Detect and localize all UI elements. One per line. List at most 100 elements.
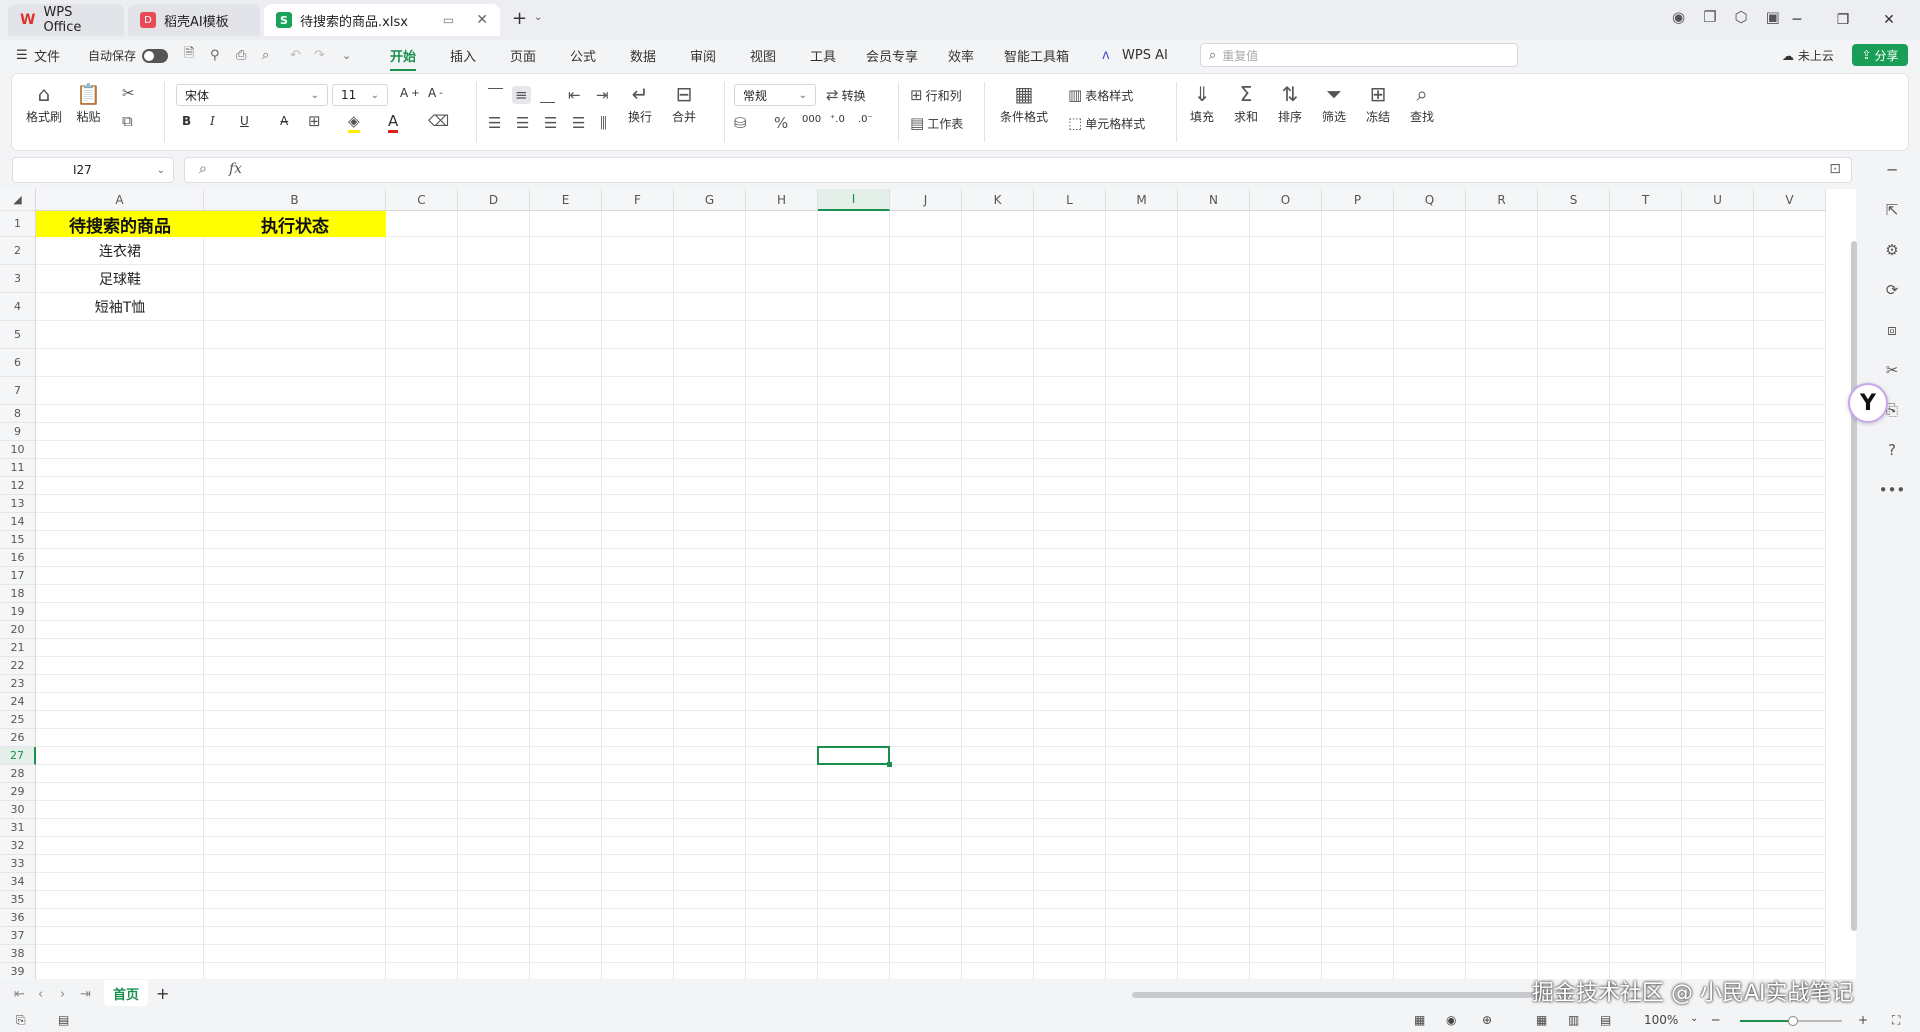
column-header-s[interactable]: S	[1538, 189, 1610, 211]
selected-cell[interactable]	[817, 746, 892, 767]
row-header-28[interactable]: 28	[0, 765, 36, 783]
restore-icon[interactable]: ❐	[1820, 12, 1866, 28]
zoom-slider[interactable]	[1740, 1016, 1842, 1026]
eye-protection-icon[interactable]: ◉	[1446, 1013, 1456, 1027]
justify-icon[interactable]: ☰	[572, 114, 585, 132]
menu-efficiency[interactable]: 效率	[948, 46, 974, 65]
sum-button[interactable]: Σ 求和	[1234, 80, 1258, 125]
monitor-icon[interactable]: ▭	[443, 13, 454, 27]
tab-docer[interactable]: D 稻壳AI模板	[128, 4, 260, 36]
column-header-c[interactable]: C	[386, 189, 458, 211]
align-left-icon[interactable]: ☰	[488, 114, 501, 132]
italic-button[interactable]: I	[210, 114, 215, 128]
column-header-v[interactable]: V	[1754, 189, 1826, 211]
autosave-toggle[interactable]	[142, 48, 168, 63]
chevron-down-icon[interactable]: ⌄	[534, 12, 542, 23]
column-header-a[interactable]: A	[36, 189, 204, 211]
read-mode-icon[interactable]: ▦	[1414, 1013, 1425, 1027]
row-header-13[interactable]: 13	[0, 495, 36, 513]
row-header-9[interactable]: 9	[0, 423, 36, 441]
scrollbar-thumb[interactable]	[1851, 241, 1857, 931]
cell-a2[interactable]: 连衣裙	[36, 237, 204, 265]
menu-page[interactable]: 页面	[510, 46, 536, 65]
column-header-n[interactable]: N	[1178, 189, 1250, 211]
row-header-33[interactable]: 33	[0, 855, 36, 873]
sheet-tab-home[interactable]: 首页	[104, 980, 148, 1006]
row-header-34[interactable]: 34	[0, 873, 36, 891]
zoom-in-icon[interactable]: +	[1858, 1013, 1868, 1027]
cloud-status[interactable]: ☁ 未上云	[1782, 47, 1834, 64]
column-header-h[interactable]: H	[746, 189, 818, 211]
menu-member[interactable]: 会员专享	[866, 46, 918, 65]
row-header-10[interactable]: 10	[0, 441, 36, 459]
column-header-u[interactable]: U	[1682, 189, 1754, 211]
row-header-14[interactable]: 14	[0, 513, 36, 531]
rows-cols-button[interactable]: ⊞ 行和列	[910, 86, 962, 104]
menu-smart-toolbox[interactable]: 智能工具箱	[1004, 46, 1069, 65]
tab-spreadsheet[interactable]: S 待搜索的商品.xlsx ▭ ✕	[264, 4, 500, 36]
row-header-16[interactable]: 16	[0, 549, 36, 567]
row-header-3[interactable]: 3	[0, 265, 36, 293]
column-header-l[interactable]: L	[1034, 189, 1106, 211]
more-icon[interactable]: •••	[1879, 481, 1906, 499]
zoom-level[interactable]: 100%	[1644, 1013, 1678, 1027]
share-button[interactable]: ⇪ 分享	[1852, 44, 1908, 66]
zoom-out-icon[interactable]: ─	[1712, 1013, 1719, 1027]
minimize-icon[interactable]: ─	[1774, 12, 1820, 28]
row-header-19[interactable]: 19	[0, 603, 36, 621]
vertical-scrollbar[interactable]	[1850, 211, 1858, 971]
select-cursor-icon[interactable]: ⇱	[1886, 201, 1899, 219]
align-right-icon[interactable]: ☰	[544, 114, 557, 132]
tools-icon[interactable]: ✂	[1886, 361, 1899, 379]
column-header-p[interactable]: P	[1322, 189, 1394, 211]
sheet-list-icon[interactable]: ▤	[58, 1013, 69, 1027]
page-layout-icon[interactable]: ▥	[1568, 1013, 1579, 1027]
currency-icon[interactable]: ⛁	[734, 114, 747, 132]
menu-insert[interactable]: 插入	[450, 46, 476, 65]
spreadsheet-grid[interactable]: ◢ A B C D E F G H I J K L M N O P Q R S T U V 1 2 3 4 5 6 7 8 9 10 11 12 1…	[0, 189, 1856, 979]
increase-indent-icon[interactable]: ⇥	[596, 86, 609, 104]
focus-icon[interactable]: ⊕	[1482, 1013, 1492, 1027]
column-header-j[interactable]: J	[890, 189, 962, 211]
adjust-icon[interactable]: ⚙	[1885, 241, 1898, 259]
align-center-icon[interactable]: ☰	[516, 114, 529, 132]
row-header-1[interactable]: 1	[0, 211, 36, 237]
expand-formula-icon[interactable]: ⊡	[1829, 161, 1841, 177]
row-header-2[interactable]: 2	[0, 237, 36, 265]
increase-decimal-icon[interactable]: ⁺.0	[830, 114, 845, 125]
menu-review[interactable]: 审阅	[690, 46, 716, 65]
normal-view-icon[interactable]: ▦	[1536, 1013, 1547, 1027]
font-family-select[interactable]: 宋体 ⌄	[176, 84, 328, 106]
font-size-select[interactable]: 11 ⌄	[332, 84, 388, 106]
fill-button[interactable]: ⇓ 填充	[1190, 80, 1214, 125]
row-header-4[interactable]: 4	[0, 293, 36, 321]
hamburger-icon[interactable]: ☰	[16, 48, 28, 63]
underline-button[interactable]: U	[240, 114, 249, 128]
row-header-17[interactable]: 17	[0, 567, 36, 585]
row-header-39[interactable]: 39	[0, 963, 36, 979]
menu-formula[interactable]: 公式	[570, 46, 596, 65]
zoom-chevron-icon[interactable]: ⌄	[1690, 1013, 1698, 1024]
cell-a4[interactable]: 短袖T恤	[36, 293, 204, 321]
new-tab-icon[interactable]: +	[512, 8, 527, 29]
row-header-5[interactable]: 5	[0, 321, 36, 349]
align-bottom-icon[interactable]: ⎽	[540, 86, 555, 104]
merge-button[interactable]: ⊟ 合并	[672, 80, 696, 125]
border-icon[interactable]: ⊞	[308, 112, 321, 130]
column-header-q[interactable]: Q	[1394, 189, 1466, 211]
column-header-m[interactable]: M	[1106, 189, 1178, 211]
copy-window-icon[interactable]: ❐	[1703, 8, 1716, 26]
chart-icon[interactable]: ⧈	[1887, 321, 1897, 339]
row-header-12[interactable]: 12	[0, 477, 36, 495]
fill-color-icon[interactable]: ◈	[348, 112, 360, 133]
redo-icon[interactable]: ↷	[314, 48, 325, 63]
align-middle-icon[interactable]: ≡	[512, 86, 531, 104]
tab-wps-office[interactable]: W WPS Office	[8, 4, 124, 36]
column-header-k[interactable]: K	[962, 189, 1034, 211]
row-header-6[interactable]: 6	[0, 349, 36, 377]
window-close-icon[interactable]: ✕	[1866, 12, 1912, 28]
filter-button[interactable]: ⏷ 筛选	[1322, 80, 1346, 125]
zoom-formula-icon[interactable]: ⌕	[199, 161, 207, 177]
row-header-32[interactable]: 32	[0, 837, 36, 855]
thousands-icon[interactable]: 000	[802, 114, 821, 125]
